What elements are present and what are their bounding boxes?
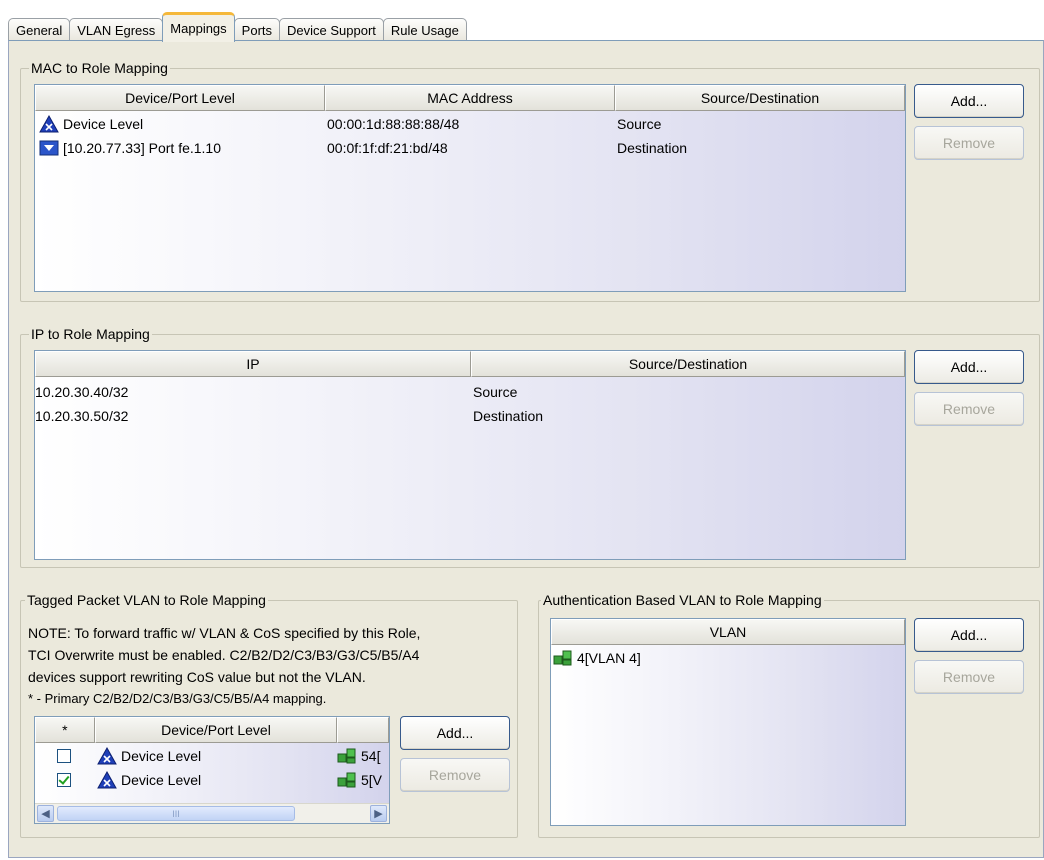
mac-table-body: Device Level 00:00:1d:88:88:88/48 Source… bbox=[35, 111, 905, 291]
mac-address-text: 00:0f:1f:df:21:bd/48 bbox=[327, 140, 448, 156]
column-header-mac-address[interactable]: MAC Address bbox=[325, 85, 615, 111]
device-level-icon bbox=[97, 771, 117, 789]
column-header-ip[interactable]: IP bbox=[35, 351, 471, 377]
tab-device-support[interactable]: Device Support bbox=[279, 18, 384, 42]
column-header-vlan[interactable]: VLAN bbox=[551, 619, 905, 645]
tab-label: Device Support bbox=[287, 23, 376, 38]
mac-mapping-title: MAC to Role Mapping bbox=[29, 60, 170, 76]
direction-text: Source bbox=[617, 116, 662, 132]
tagged-remove-button[interactable]: Remove bbox=[400, 758, 510, 792]
tagged-mapping-table[interactable]: * Device/Port Level Device Level 54[ Dev… bbox=[34, 716, 390, 824]
tab-strip: General VLAN Egress Mappings Ports Devic… bbox=[8, 12, 467, 42]
auth-mapping-title: Authentication Based VLAN to Role Mappin… bbox=[541, 592, 824, 608]
ip-remove-button[interactable]: Remove bbox=[914, 392, 1024, 426]
direction-text: Destination bbox=[473, 408, 544, 424]
table-row[interactable]: [10.20.77.33] Port fe.1.10 00:0f:1f:df:2… bbox=[35, 137, 905, 159]
device-level-icon bbox=[39, 115, 59, 133]
tab-ports[interactable]: Ports bbox=[233, 18, 281, 42]
table-row[interactable]: 4[VLAN 4] bbox=[551, 647, 905, 669]
scroll-left-icon[interactable]: ◀ bbox=[37, 805, 54, 822]
auth-table-body: 4[VLAN 4] bbox=[551, 645, 905, 825]
tab-label: Ports bbox=[241, 23, 273, 38]
device-port-level-text: Device Level bbox=[63, 116, 144, 132]
column-header-primary[interactable]: * bbox=[35, 717, 95, 743]
horizontal-scrollbar[interactable]: ◀ III ▶ bbox=[35, 803, 389, 823]
mac-mapping-table[interactable]: Device/Port Level MAC Address Source/Des… bbox=[34, 84, 906, 292]
device-level-icon bbox=[97, 747, 117, 765]
tab-mappings[interactable]: Mappings bbox=[162, 12, 235, 42]
column-header-device-port-level[interactable]: Device/Port Level bbox=[35, 85, 325, 111]
ip-mapping-title: IP to Role Mapping bbox=[29, 326, 152, 342]
note-line: TCI Overwrite must be enabled. C2/B2/D2/… bbox=[28, 647, 420, 663]
auth-remove-button[interactable]: Remove bbox=[914, 660, 1024, 694]
vlan-icon bbox=[553, 650, 572, 666]
table-row[interactable]: 10.20.30.40/32 Source bbox=[35, 381, 905, 403]
ip-mapping-table[interactable]: IP Source/Destination 10.20.30.40/32 Sou… bbox=[34, 350, 906, 560]
note-line: devices support rewriting CoS value but … bbox=[28, 669, 366, 685]
note-line: NOTE: To forward traffic w/ VLAN & CoS s… bbox=[28, 625, 421, 641]
tagged-table-body: Device Level 54[ Device Level 5[V bbox=[35, 743, 389, 803]
tagged-mapping-title: Tagged Packet VLAN to Role Mapping bbox=[25, 592, 268, 608]
auth-table-header: VLAN bbox=[551, 619, 905, 645]
note-line: * - Primary C2/B2/D2/C3/B3/G3/C5/B5/A4 m… bbox=[28, 691, 327, 706]
mac-table-header: Device/Port Level MAC Address Source/Des… bbox=[35, 85, 905, 111]
device-port-level-text: [10.20.77.33] Port fe.1.10 bbox=[63, 140, 222, 156]
primary-checkbox[interactable] bbox=[57, 773, 71, 787]
port-icon bbox=[39, 140, 59, 156]
ip-table-body: 10.20.30.40/32 Source 10.20.30.50/32 Des… bbox=[35, 377, 905, 559]
tab-label: Mappings bbox=[170, 21, 227, 36]
ip-add-button[interactable]: Add... bbox=[914, 350, 1024, 384]
direction-text: Source bbox=[473, 384, 518, 400]
tab-rule-usage[interactable]: Rule Usage bbox=[382, 18, 467, 42]
scroll-right-icon[interactable]: ▶ bbox=[370, 805, 387, 822]
mac-address-text: 00:00:1d:88:88:88/48 bbox=[327, 116, 460, 132]
auth-mapping-table[interactable]: VLAN 4[VLAN 4] bbox=[550, 618, 906, 826]
tab-vlan-egress[interactable]: VLAN Egress bbox=[69, 18, 164, 42]
vlan-text: 54[ bbox=[361, 748, 381, 764]
ip-table-header: IP Source/Destination bbox=[35, 351, 905, 377]
primary-checkbox[interactable] bbox=[57, 749, 71, 763]
device-port-level-text: Device Level bbox=[121, 772, 202, 788]
column-header-source-destination[interactable]: Source/Destination bbox=[615, 85, 905, 111]
tab-label: VLAN Egress bbox=[77, 23, 156, 38]
scrollbar-thumb[interactable]: III bbox=[57, 806, 295, 821]
ip-text: 10.20.30.50/32 bbox=[35, 408, 129, 424]
vlan-text: 4[VLAN 4] bbox=[577, 650, 641, 666]
ip-text: 10.20.30.40/32 bbox=[35, 384, 129, 400]
tagged-table-header: * Device/Port Level bbox=[35, 717, 389, 743]
vlan-icon bbox=[337, 748, 356, 764]
column-header-vlan[interactable] bbox=[337, 717, 389, 743]
scrollbar-grip: III bbox=[172, 808, 180, 819]
mac-remove-button[interactable]: Remove bbox=[914, 126, 1024, 160]
mac-add-button[interactable]: Add... bbox=[914, 84, 1024, 118]
column-header-source-destination[interactable]: Source/Destination bbox=[471, 351, 905, 377]
tagged-mapping-note: NOTE: To forward traffic w/ VLAN & CoS s… bbox=[28, 622, 512, 710]
device-port-level-text: Device Level bbox=[121, 748, 202, 764]
table-row[interactable]: Device Level 5[V bbox=[35, 769, 389, 791]
auth-add-button[interactable]: Add... bbox=[914, 618, 1024, 652]
tab-label: General bbox=[16, 23, 63, 38]
vlan-icon bbox=[337, 772, 356, 788]
table-row[interactable]: 10.20.30.50/32 Destination bbox=[35, 405, 905, 427]
column-header-device-port-level[interactable]: Device/Port Level bbox=[94, 717, 338, 743]
tab-label: Rule Usage bbox=[390, 23, 459, 38]
direction-text: Destination bbox=[617, 140, 688, 156]
table-row[interactable]: Device Level 54[ bbox=[35, 745, 389, 767]
tagged-add-button[interactable]: Add... bbox=[400, 716, 510, 750]
tab-general[interactable]: General bbox=[8, 18, 71, 42]
table-row[interactable]: Device Level 00:00:1d:88:88:88/48 Source bbox=[35, 113, 905, 135]
vlan-text: 5[V bbox=[361, 772, 383, 788]
